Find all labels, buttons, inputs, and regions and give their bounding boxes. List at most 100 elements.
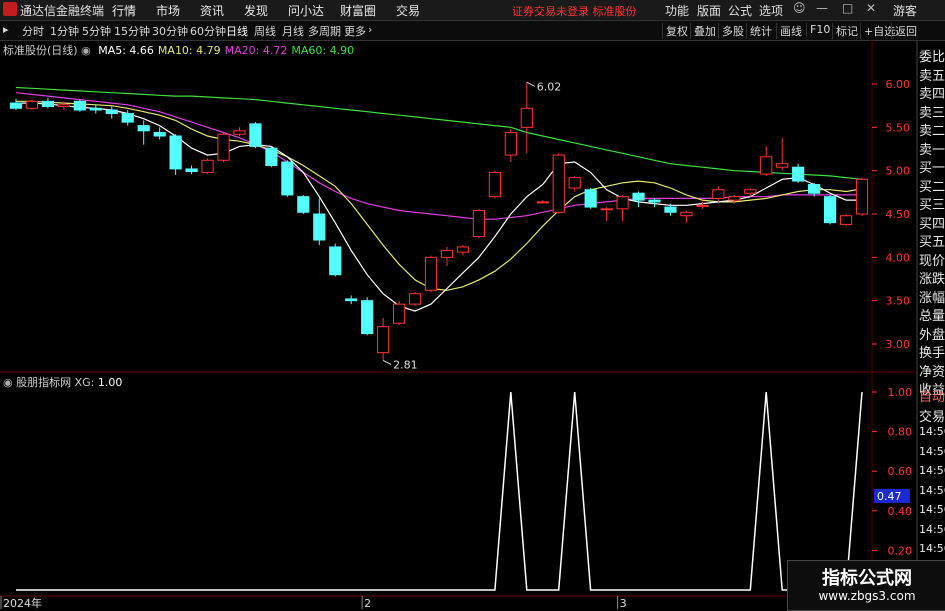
side-panel-label[interactable]: 外盘 [919, 324, 945, 343]
guest-label[interactable]: 游客 [893, 2, 917, 19]
candle-body [504, 132, 517, 156]
candle-body [121, 112, 134, 123]
kline-chart[interactable]: 6.02 2.81 6.00 5.50 5.00 4.50 4.00 3.50 3.00 1.… [0, 40, 945, 609]
tick-time[interactable]: 14:56 [919, 523, 945, 536]
menu-item-discover[interactable]: 发现 [244, 2, 268, 19]
candle-body [440, 249, 454, 258]
candle-body [488, 171, 501, 198]
period-tab[interactable]: 60分钟 [190, 23, 226, 39]
candle-down [185, 165, 198, 175]
side-panel-label[interactable]: 自动 [919, 386, 945, 405]
tick-time[interactable]: 14:56 [919, 484, 945, 497]
price-tick-label: 3.50 [886, 295, 911, 308]
side-panel-label[interactable]: 卖二 [919, 120, 945, 139]
tool-adjust[interactable]: 复权 [662, 23, 688, 39]
candle-body [201, 159, 214, 173]
period-tab[interactable]: 15分钟 [114, 23, 150, 39]
candle-body [728, 196, 741, 201]
tool-multi[interactable]: 多股 [718, 23, 744, 39]
candle-up [440, 246, 454, 266]
menu-item-news[interactable]: 资讯 [200, 2, 224, 19]
menu-options[interactable]: 选项 [759, 2, 783, 19]
candle-up [760, 146, 773, 176]
candle-body [744, 189, 757, 194]
candle-body [696, 204, 709, 207]
side-panel-label[interactable]: 买四 [919, 213, 945, 232]
side-panel-label[interactable]: 涨跌 [919, 268, 945, 287]
tool-stats[interactable]: 统计 [746, 23, 772, 39]
period-tab-more[interactable]: 更多 [344, 23, 366, 39]
tick-time[interactable]: 14:56 [919, 445, 945, 458]
tool-back[interactable]: 返回 [891, 23, 917, 39]
period-tab[interactable]: 5分钟 [82, 23, 111, 39]
close-icon[interactable]: ✕ [866, 1, 876, 15]
menu-item-market[interactable]: 行情 [112, 2, 136, 19]
candle-up [472, 208, 485, 239]
candle-body [520, 107, 533, 128]
period-tab[interactable]: 周线 [254, 23, 276, 39]
side-panel-label[interactable]: 卖三 [919, 102, 945, 121]
candle-down [265, 146, 278, 168]
side-panel-label[interactable]: 卖一 [919, 139, 945, 158]
period-tab[interactable]: 月线 [282, 23, 304, 39]
tool-overlay[interactable]: 叠加 [690, 23, 716, 39]
side-panel-label[interactable]: 涨幅 [919, 287, 945, 306]
tool-f10[interactable]: F10 [806, 23, 830, 36]
menu-item-markets[interactable]: 市场 [156, 2, 180, 19]
low-marker [382, 360, 392, 365]
tool-add-watchlist[interactable]: +自选 [860, 23, 895, 39]
candle-body [472, 210, 485, 238]
candle-body [41, 100, 54, 108]
side-panel-label[interactable]: 交易 [919, 406, 945, 425]
tick-time[interactable]: 14:56 [919, 503, 945, 516]
candle-up [201, 158, 214, 175]
xg-indicator: 1.00 0.80 0.60 0.40 0.20 0.47 2024年 2 3 [0, 386, 912, 609]
period-tab[interactable]: 多周期 [308, 23, 341, 39]
candle-body [73, 100, 86, 111]
user-icon[interactable]: ☺ [793, 1, 806, 15]
side-panel-label[interactable]: 卖四 [919, 83, 945, 102]
menu-function[interactable]: 功能 [665, 2, 689, 19]
menu-formula[interactable]: 公式 [728, 2, 752, 19]
side-panel-label[interactable]: 买三 [919, 194, 945, 213]
side-panel-label[interactable]: 买二 [919, 176, 945, 195]
side-panel-label[interactable]: 委比 [919, 46, 945, 65]
side-panel-label[interactable]: 净资 [919, 361, 945, 380]
side-panel-label[interactable]: 总量 [919, 305, 945, 324]
minimize-icon[interactable]: — [816, 1, 828, 15]
candle-down [281, 160, 294, 197]
menu-item-trade[interactable]: 交易 [396, 2, 420, 19]
period-play-icon[interactable]: ▸ [3, 23, 9, 36]
side-panel-label[interactable]: 换手 [919, 342, 945, 361]
tick-time[interactable]: 14:56 [919, 425, 945, 438]
login-notice[interactable]: 证券交易未登录 标准股份 [512, 3, 637, 19]
tool-mark[interactable]: 标记 [832, 23, 858, 39]
candle-body [632, 192, 645, 201]
period-tab[interactable]: 分时 [22, 23, 44, 39]
tick-time[interactable]: 14:56 [919, 542, 945, 555]
period-tab[interactable]: 1分钟 [50, 23, 79, 39]
tick-time[interactable]: 14:56 [919, 464, 945, 477]
side-panel-label[interactable]: 卖五 [919, 65, 945, 84]
side-panel-label[interactable]: 现价 [919, 250, 945, 269]
maximize-icon[interactable]: □ [842, 1, 853, 15]
indicator-toggle-icon[interactable]: ◉ [3, 376, 13, 389]
side-panel-label[interactable]: 买五 [919, 231, 945, 250]
candle-body [664, 206, 677, 213]
chart-grid [0, 40, 918, 609]
menu-item-ask[interactable]: 问小达 [288, 2, 324, 19]
candle-body [57, 104, 70, 108]
menu-item-wealth[interactable]: 财富圈 [340, 2, 376, 19]
period-toolbar: ▸ 分时 1分钟 5分钟 15分钟 30分钟 60分钟 日线 周线 月线 多周期… [0, 21, 945, 41]
legend-toggle-icon[interactable]: ◉ [81, 44, 91, 57]
more-chevron-icon[interactable]: › [368, 23, 372, 36]
menu-layout[interactable]: 版面 [697, 2, 721, 19]
side-panel-label[interactable]: 买一 [919, 157, 945, 176]
candle-up [377, 318, 390, 361]
low-label: 2.81 [393, 358, 418, 371]
ma-legend-item: MA10: 4.79 [157, 44, 221, 57]
period-tab[interactable]: 30分钟 [152, 23, 188, 39]
tool-draw[interactable]: 画线 [776, 23, 802, 39]
candle-up [744, 188, 757, 197]
period-tab-active[interactable]: 日线 [226, 23, 248, 39]
